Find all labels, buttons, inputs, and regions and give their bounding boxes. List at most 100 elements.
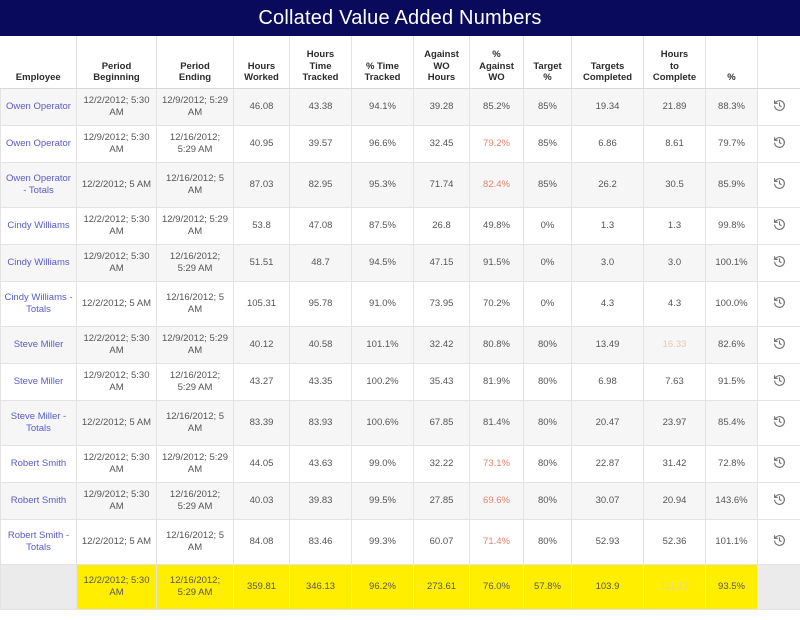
header-label-hours-to-complete-l2: to bbox=[670, 61, 679, 72]
history-icon[interactable] bbox=[773, 296, 786, 309]
table-row: Owen Operator12/9/2012; 5:30 AM12/16/201… bbox=[1, 126, 800, 163]
cell-pct-against-wo: 76.0% bbox=[470, 565, 524, 610]
cell-pct-time-tracked: 99.0% bbox=[352, 446, 414, 483]
column-header-pct-against-wo[interactable]: % Against WO bbox=[470, 36, 524, 89]
history-icon[interactable] bbox=[773, 136, 786, 149]
cell-action[interactable] bbox=[758, 401, 800, 446]
history-icon[interactable] bbox=[773, 99, 786, 112]
cell-target-pct: 80% bbox=[524, 327, 572, 364]
cell-employee[interactable]: Steve Miller - Totals bbox=[1, 401, 77, 446]
cell-period-ending: 12/9/2012; 5:29 AM bbox=[157, 89, 234, 126]
cell-against-wo-hours: 32.22 bbox=[414, 446, 470, 483]
cell-action[interactable] bbox=[758, 89, 800, 126]
cell-employee[interactable]: Robert Smith bbox=[1, 483, 77, 520]
cell-hours-worked: 44.05 bbox=[234, 446, 290, 483]
history-icon[interactable] bbox=[773, 415, 786, 428]
cell-employee[interactable]: Cindy Williams - Totals bbox=[1, 282, 77, 327]
cell-action[interactable] bbox=[758, 327, 800, 364]
cell-action[interactable] bbox=[758, 446, 800, 483]
column-header-targets-completed[interactable]: Targets Completed bbox=[572, 36, 644, 89]
cell-period-ending: 12/16/2012; 5:29 AM bbox=[157, 483, 234, 520]
history-icon[interactable] bbox=[773, 374, 786, 387]
table-row: Owen Operator12/2/2012; 5:30 AM12/9/2012… bbox=[1, 89, 800, 126]
column-header-employee[interactable]: Employee bbox=[1, 36, 77, 89]
cell-hours-to-complete: 30.5 bbox=[644, 163, 706, 208]
cell-targets-completed: 19.34 bbox=[572, 89, 644, 126]
cell-employee[interactable]: Owen Operator bbox=[1, 126, 77, 163]
table-row: Cindy Williams12/2/2012; 5:30 AM12/9/201… bbox=[1, 208, 800, 245]
cell-action[interactable] bbox=[758, 245, 800, 282]
cell-hours-worked: 46.08 bbox=[234, 89, 290, 126]
cell-against-wo-hours: 273.61 bbox=[414, 565, 470, 610]
table-row: Owen Operator - Totals12/2/2012; 5 AM12/… bbox=[1, 163, 800, 208]
column-header-against-wo-hours[interactable]: Against WO Hours bbox=[414, 36, 470, 89]
cell-employee[interactable]: Steve Miller bbox=[1, 327, 77, 364]
column-header-period-ending[interactable]: Period Ending bbox=[157, 36, 234, 89]
cell-employee[interactable]: Cindy Williams bbox=[1, 245, 77, 282]
cell-hours-to-complete: 16.33 bbox=[644, 327, 706, 364]
cell-employee[interactable]: Steve Miller bbox=[1, 364, 77, 401]
history-icon[interactable] bbox=[773, 534, 786, 547]
cell-action[interactable] bbox=[758, 520, 800, 565]
cell-pct-against-wo: 80.8% bbox=[470, 327, 524, 364]
cell-action[interactable] bbox=[758, 126, 800, 163]
cell-employee[interactable]: Robert Smith bbox=[1, 446, 77, 483]
cell-action[interactable] bbox=[758, 208, 800, 245]
cell-against-wo-hours: 71.74 bbox=[414, 163, 470, 208]
cell-hours-worked: 40.12 bbox=[234, 327, 290, 364]
cell-action[interactable] bbox=[758, 282, 800, 327]
cell-action[interactable] bbox=[758, 364, 800, 401]
column-header-target-pct[interactable]: Target % bbox=[524, 36, 572, 89]
table-row: Cindy Williams - Totals12/2/2012; 5 AM12… bbox=[1, 282, 800, 327]
cell-period-beginning: 12/2/2012; 5:30 AM bbox=[77, 446, 157, 483]
cell-target-pct: 0% bbox=[524, 208, 572, 245]
table-row-grand-total: 12/2/2012; 5:30 AM12/16/2012; 5:29 AM359… bbox=[1, 565, 800, 610]
cell-targets-completed: 6.86 bbox=[572, 126, 644, 163]
cell-pct: 85.4% bbox=[706, 401, 758, 446]
cell-pct-time-tracked: 101.1% bbox=[352, 327, 414, 364]
cell-period-ending: 12/9/2012; 5:29 AM bbox=[157, 208, 234, 245]
cell-pct-time-tracked: 100.6% bbox=[352, 401, 414, 446]
cell-pct-time-tracked: 91.0% bbox=[352, 282, 414, 327]
column-header-pct-time-tracked[interactable]: % Time Tracked bbox=[352, 36, 414, 89]
column-header-hours-time-tracked[interactable]: Hours Time Tracked bbox=[290, 36, 352, 89]
bottom-spacer bbox=[0, 610, 800, 620]
cell-against-wo-hours: 73.95 bbox=[414, 282, 470, 327]
cell-targets-completed: 4.3 bbox=[572, 282, 644, 327]
column-header-hours-worked[interactable]: Hours Worked bbox=[234, 36, 290, 89]
cell-pct-against-wo: 49.8% bbox=[470, 208, 524, 245]
column-header-pct[interactable]: % bbox=[706, 36, 758, 89]
cell-pct: 72.8% bbox=[706, 446, 758, 483]
cell-period-beginning: 12/9/2012; 5:30 AM bbox=[77, 364, 157, 401]
header-label-hours-time-tracked-l2: Time bbox=[309, 61, 331, 72]
cell-period-ending: 12/16/2012; 5 AM bbox=[157, 282, 234, 327]
cell-employee[interactable]: Cindy Williams bbox=[1, 208, 77, 245]
header-label-target-pct-l2: % bbox=[543, 72, 551, 83]
cell-hours-to-complete: 52.36 bbox=[644, 520, 706, 565]
history-icon[interactable] bbox=[773, 456, 786, 469]
cell-pct-time-tracked: 99.3% bbox=[352, 520, 414, 565]
column-header-hours-to-complete[interactable]: Hours to Complete bbox=[644, 36, 706, 89]
history-icon[interactable] bbox=[773, 218, 786, 231]
history-icon[interactable] bbox=[773, 493, 786, 506]
cell-period-ending: 12/16/2012; 5 AM bbox=[157, 163, 234, 208]
table-row: Steve Miller - Totals12/2/2012; 5 AM12/1… bbox=[1, 401, 800, 446]
history-icon[interactable] bbox=[773, 255, 786, 268]
page-title-bar: Collated Value Added Numbers bbox=[0, 0, 800, 36]
history-icon[interactable] bbox=[773, 177, 786, 190]
cell-employee[interactable]: Owen Operator bbox=[1, 89, 77, 126]
cell-action[interactable] bbox=[758, 483, 800, 520]
cell-hours-time-tracked: 48.7 bbox=[290, 245, 352, 282]
history-icon[interactable] bbox=[773, 337, 786, 350]
cell-action[interactable] bbox=[758, 163, 800, 208]
cell-hours-worked: 359.81 bbox=[234, 565, 290, 610]
page-title: Collated Value Added Numbers bbox=[258, 7, 541, 30]
header-label-hours-worked-l1: Hours bbox=[248, 61, 275, 72]
cell-target-pct: 85% bbox=[524, 89, 572, 126]
cell-hours-time-tracked: 346.13 bbox=[290, 565, 352, 610]
cell-employee[interactable]: Robert Smith - Totals bbox=[1, 520, 77, 565]
cell-period-beginning: 12/2/2012; 5:30 AM bbox=[77, 327, 157, 364]
column-header-period-beginning[interactable]: Period Beginning bbox=[77, 36, 157, 89]
header-label-target-pct-l1: Target bbox=[533, 61, 561, 72]
cell-employee[interactable]: Owen Operator - Totals bbox=[1, 163, 77, 208]
